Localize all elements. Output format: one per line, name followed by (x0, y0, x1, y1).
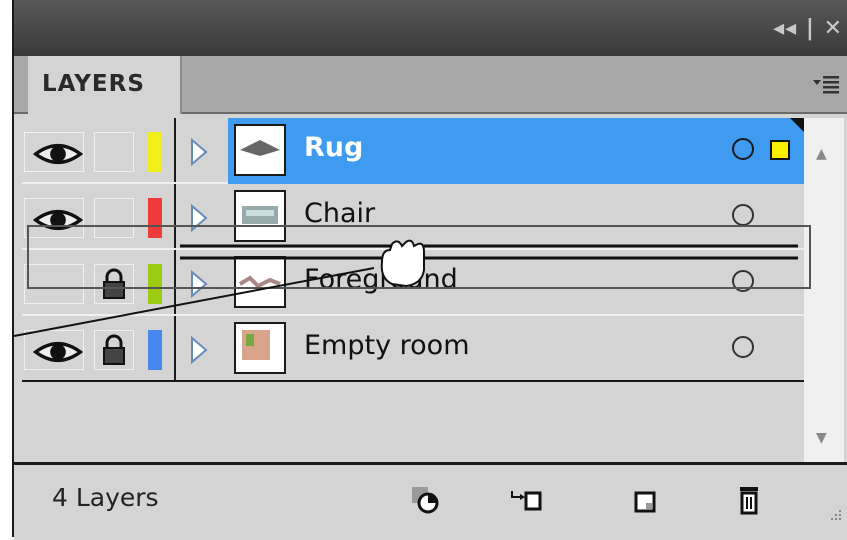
lock-icon (103, 268, 125, 299)
layer-row-rug[interactable]: Rug (22, 118, 804, 184)
selection-indicator[interactable] (770, 140, 790, 160)
layer-row-foreground[interactable]: Foreground (22, 250, 804, 316)
expand-triangle-icon[interactable] (190, 336, 208, 364)
expand-triangle-icon[interactable] (190, 204, 208, 232)
panel-footer: 4 Layers (14, 462, 847, 540)
rug-thumbnail-icon (240, 140, 280, 156)
resize-grip-icon[interactable] (821, 500, 843, 522)
eye-icon (32, 341, 84, 363)
visibility-toggle[interactable] (24, 330, 84, 370)
layer-color-red (148, 198, 162, 238)
lock-toggle[interactable] (94, 132, 134, 172)
column-divider (174, 118, 176, 182)
scroll-up-arrow-icon[interactable]: ▲ (816, 146, 827, 162)
layer-color-blue (148, 330, 162, 370)
make-clipping-mask-icon[interactable] (408, 483, 442, 517)
expand-triangle-icon[interactable] (190, 138, 208, 166)
target-icon[interactable] (732, 270, 754, 292)
scrollbar[interactable]: ▲ ▼ (804, 118, 844, 462)
layer-thumbnail (234, 322, 286, 374)
visibility-toggle[interactable] (24, 198, 84, 238)
column-divider (174, 184, 176, 248)
tab-layers-label: LAYERS (42, 71, 145, 97)
panel-titlebar[interactable]: ◂◂ | ✕ (14, 0, 847, 56)
layer-thumbnail (234, 124, 286, 176)
column-divider (174, 316, 176, 380)
lock-toggle[interactable] (94, 330, 134, 370)
tab-layers[interactable]: LAYERS (28, 56, 182, 114)
lock-toggle[interactable] (94, 198, 134, 238)
layers-list: Rug Chair Foreground Empty room (22, 118, 804, 462)
layer-count: 4 Layers (52, 483, 159, 512)
layer-color-green (148, 264, 162, 304)
delete-layer-icon[interactable] (732, 483, 766, 517)
column-divider (174, 250, 176, 314)
selection-corner-icon (790, 118, 804, 132)
create-new-layer-icon[interactable] (628, 483, 662, 517)
visibility-toggle[interactable] (24, 264, 84, 304)
target-icon[interactable] (732, 336, 754, 358)
layer-name[interactable]: Chair (304, 198, 375, 229)
layer-thumbnail (234, 190, 286, 242)
panel-menu-icon[interactable] (811, 70, 841, 98)
layer-name[interactable]: Rug (304, 132, 363, 163)
layer-color-yellow (148, 132, 162, 172)
foreground-thumbnail-icon (238, 275, 281, 289)
room-thumbnail-icon (242, 330, 270, 360)
collapse-close-controls[interactable]: ◂◂ | ✕ (773, 16, 843, 41)
target-icon[interactable] (732, 204, 754, 226)
expand-triangle-icon[interactable] (190, 270, 208, 298)
scroll-down-arrow-icon[interactable]: ▼ (816, 430, 827, 446)
layer-name[interactable]: Empty room (304, 330, 470, 361)
layer-row-chair[interactable]: Chair (22, 184, 804, 250)
create-new-sublayer-icon[interactable] (508, 483, 542, 517)
eye-icon (32, 209, 84, 231)
visibility-toggle[interactable] (24, 132, 84, 172)
lock-toggle[interactable] (94, 264, 134, 304)
target-icon[interactable] (732, 138, 754, 160)
layer-name[interactable]: Foreground (304, 264, 458, 295)
lock-icon (103, 334, 125, 365)
eye-icon (32, 143, 84, 165)
chair-thumbnail-icon (242, 206, 278, 224)
layers-panel: ◂◂ | ✕ LAYERS Rug Chair Foreground Empty… (12, 0, 847, 540)
layer-thumbnail (234, 256, 286, 308)
layer-row-empty-room[interactable]: Empty room (22, 316, 804, 382)
tab-row: LAYERS (14, 56, 847, 114)
